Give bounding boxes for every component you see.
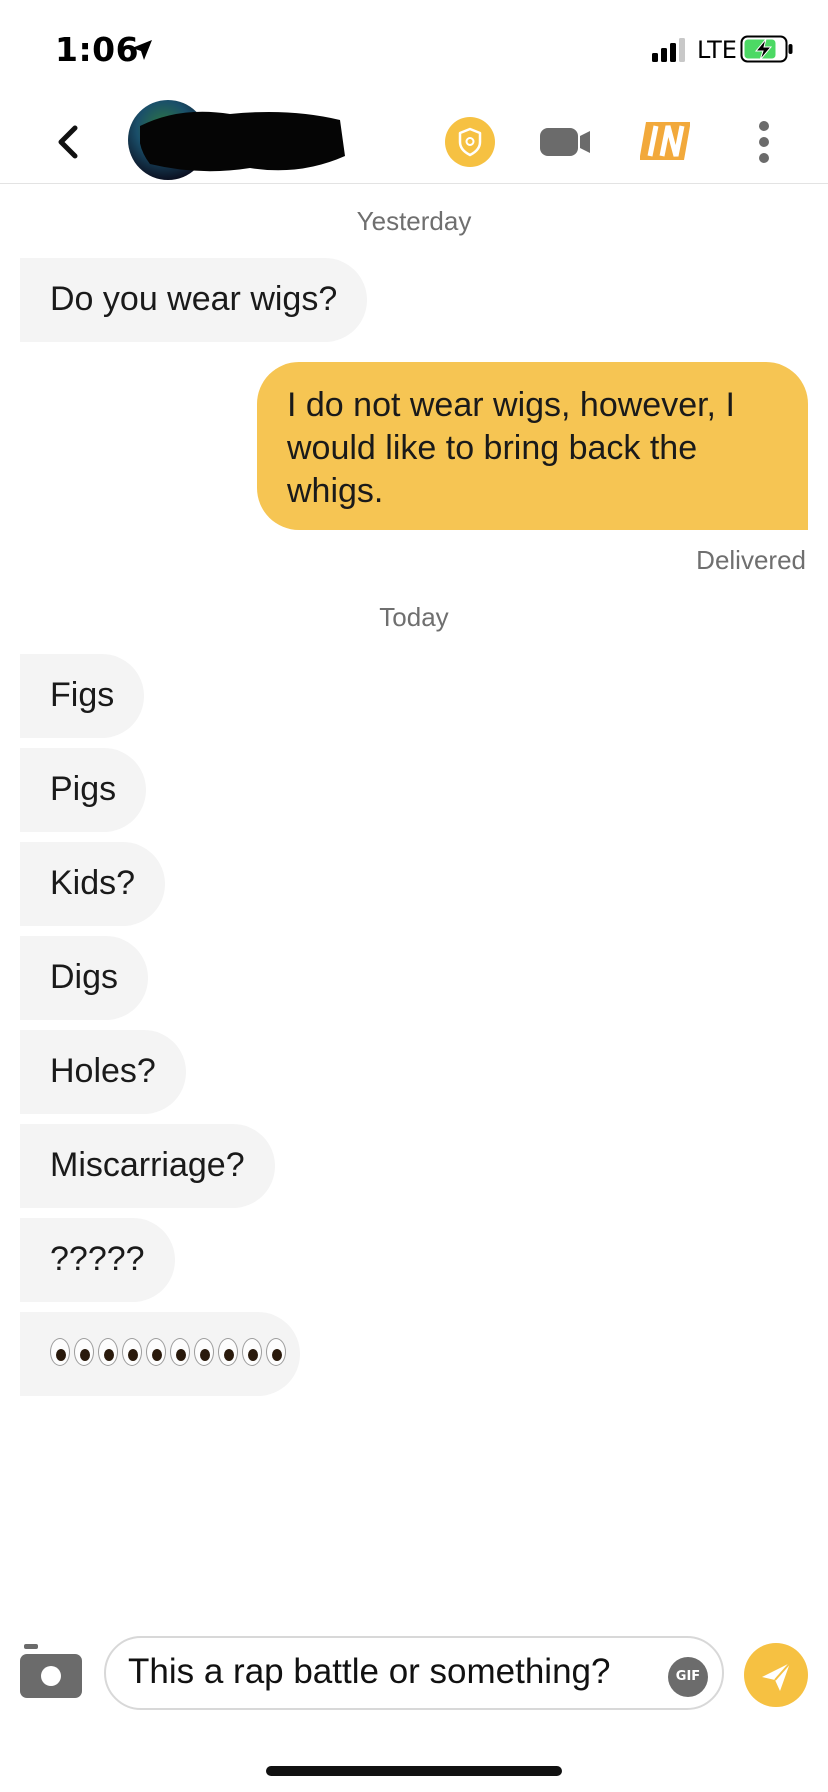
eyes-emoji-row	[50, 1338, 286, 1366]
received-message[interactable]: Pigs	[20, 748, 147, 832]
status-time: 1:06	[55, 30, 140, 69]
network-label: LTE	[697, 36, 737, 64]
name-redaction-scribble	[140, 111, 345, 172]
received-message[interactable]: Kids?	[20, 842, 166, 926]
eye-emoji-part	[50, 1338, 70, 1366]
signal-icon	[652, 38, 685, 62]
send-button[interactable]	[744, 1643, 808, 1707]
eye-emoji-part	[122, 1338, 142, 1366]
camera-icon[interactable]	[20, 1644, 84, 1700]
message-input-text[interactable]: This a rap battle or something?	[128, 1652, 610, 1692]
sent-message[interactable]: I do not wear wigs, however, I would lik…	[257, 362, 808, 530]
in-logo-icon[interactable]	[640, 118, 696, 164]
received-message[interactable]: Holes?	[20, 1030, 186, 1114]
video-camera-icon[interactable]	[540, 122, 592, 162]
eye-emoji-part	[194, 1338, 214, 1366]
date-divider-today: Today	[379, 602, 449, 632]
received-message[interactable]: Digs	[20, 936, 149, 1020]
home-indicator	[266, 1766, 562, 1776]
status-bar: 1:06 LTE	[0, 0, 828, 100]
safety-shield-button[interactable]	[445, 117, 495, 167]
eye-emoji-part	[266, 1338, 286, 1366]
eye-emoji-part	[218, 1338, 238, 1366]
gif-button[interactable]: GIF	[668, 1657, 708, 1697]
eye-emoji-part	[74, 1338, 94, 1366]
eye-emoji-part	[170, 1338, 190, 1366]
safety-shield-icon	[458, 127, 482, 157]
eye-emoji-part	[146, 1338, 166, 1366]
back-chevron-icon[interactable]	[45, 118, 93, 166]
received-message[interactable]: Figs	[20, 654, 145, 738]
received-message[interactable]: Do you wear wigs?	[20, 258, 368, 342]
battery-charging-icon	[740, 35, 793, 63]
received-message[interactable]: ?????	[20, 1218, 175, 1302]
message-input[interactable]: This a rap battle or something? GIF	[104, 1636, 724, 1710]
received-message-eyes-emoji[interactable]	[20, 1312, 300, 1396]
location-arrow-icon	[132, 40, 152, 60]
received-message[interactable]: Miscarriage?	[20, 1124, 275, 1208]
date-divider-yesterday: Yesterday	[356, 206, 472, 236]
send-icon	[762, 1662, 791, 1691]
more-vertical-icon[interactable]	[752, 118, 776, 166]
eye-emoji-part	[242, 1338, 262, 1366]
chat-header: n	[0, 100, 828, 184]
delivered-status: Delivered	[696, 545, 806, 575]
eye-emoji-part	[98, 1338, 118, 1366]
